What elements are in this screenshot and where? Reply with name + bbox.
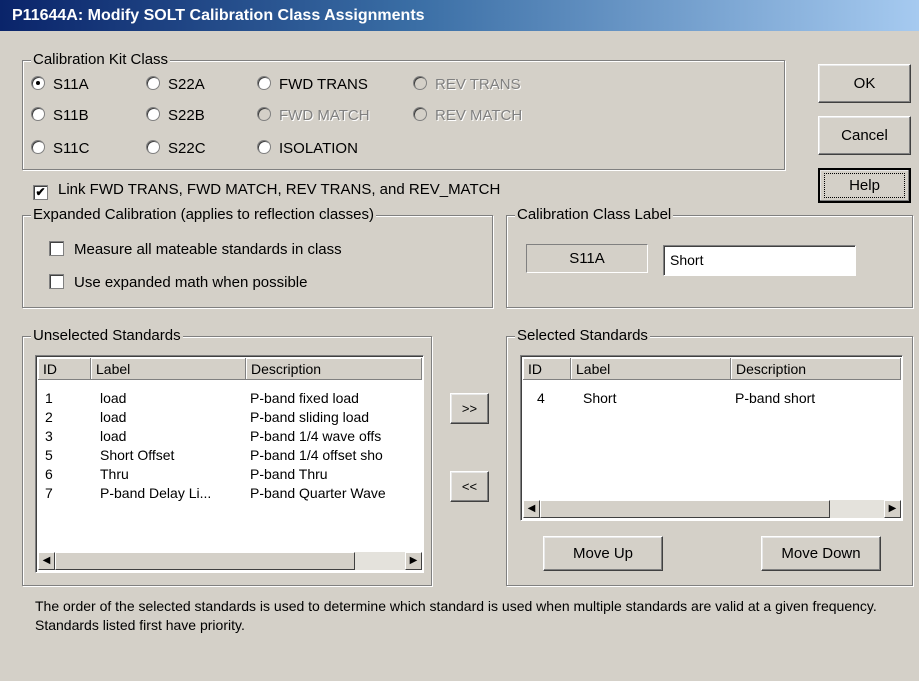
- scroll-thumb[interactable]: [540, 500, 830, 518]
- selected-standards-legend: Selected Standards: [515, 327, 650, 344]
- scroll-right-icon: ▶: [888, 503, 897, 514]
- current-class-display: S11A: [526, 244, 648, 273]
- scroll-right-icon: ▶: [409, 555, 418, 566]
- window-title-bar: P11644A: Modify SOLT Calibration Class A…: [0, 0, 919, 31]
- radio-rev-trans: REV TRANS: [413, 76, 521, 93]
- list-item[interactable]: 2 load P-band sliding load: [36, 409, 422, 428]
- radio-s11a[interactable]: S11A: [31, 76, 89, 93]
- ok-button[interactable]: OK: [818, 64, 911, 103]
- radio-button-icon: [146, 140, 160, 154]
- checkbox-unchecked-icon: [49, 274, 64, 289]
- list-item[interactable]: 4 Short P-band short: [521, 390, 901, 409]
- selected-standards-list[interactable]: ID Label Description 4 Short P-band short …: [520, 355, 903, 521]
- scroll-left-button[interactable]: ◀: [38, 552, 55, 570]
- window-title: P11644A: Modify SOLT Calibration Class A…: [12, 7, 425, 24]
- list-item[interactable]: 3 load P-band 1/4 wave offs: [36, 428, 422, 447]
- selected-horizontal-scrollbar[interactable]: ◀ ▶: [523, 500, 901, 518]
- radio-s22a[interactable]: S22A: [146, 76, 205, 93]
- radio-button-icon: [257, 107, 271, 121]
- column-header-label[interactable]: Label: [91, 358, 246, 380]
- expanded-math-checkbox[interactable]: Use expanded math when possible: [49, 274, 307, 291]
- expanded-calibration-group: Expanded Calibration (applies to reflect…: [22, 206, 493, 308]
- radio-button-icon: [31, 107, 45, 121]
- column-header-description[interactable]: Description: [246, 358, 422, 380]
- radio-button-icon: [257, 76, 271, 90]
- radio-rev-match: REV MATCH: [413, 107, 522, 124]
- radio-button-icon: [257, 140, 271, 154]
- move-down-button[interactable]: Move Down: [761, 536, 881, 571]
- link-checkbox-label: Link FWD TRANS, FWD MATCH, REV TRANS, an…: [58, 181, 501, 198]
- unselected-standards-list[interactable]: ID Label Description 1 load P-band fixed l…: [35, 355, 424, 573]
- scroll-right-button[interactable]: ▶: [405, 552, 422, 570]
- radio-s11c[interactable]: S11C: [31, 140, 89, 157]
- class-label-input[interactable]: Short: [663, 245, 856, 276]
- measure-all-checkbox[interactable]: Measure all mateable standards in class: [49, 241, 342, 258]
- radio-isolation[interactable]: ISOLATION: [257, 140, 358, 157]
- move-up-button[interactable]: Move Up: [543, 536, 663, 571]
- help-button[interactable]: Help: [818, 168, 911, 203]
- checkbox-unchecked-icon: [49, 241, 64, 256]
- radio-s22c[interactable]: S22C: [146, 140, 206, 157]
- scroll-left-button[interactable]: ◀: [523, 500, 540, 518]
- radio-button-icon: [31, 140, 45, 154]
- radio-button-icon: [146, 107, 160, 121]
- scroll-left-icon: ◀: [527, 503, 536, 514]
- scroll-right-button[interactable]: ▶: [884, 500, 901, 518]
- checkbox-checked-icon: ✔: [33, 185, 48, 200]
- add-standard-button[interactable]: >>: [450, 393, 489, 424]
- calibration-class-label-legend: Calibration Class Label: [515, 206, 674, 223]
- radio-button-icon: [31, 76, 45, 90]
- scroll-left-icon: ◀: [42, 555, 51, 566]
- column-header-label[interactable]: Label: [571, 358, 731, 380]
- expanded-calibration-legend: Expanded Calibration (applies to reflect…: [31, 206, 377, 223]
- calibration-kit-class-group: Calibration Kit Class: [22, 51, 785, 170]
- radio-fwd-match: FWD MATCH: [257, 107, 370, 124]
- column-header-description[interactable]: Description: [731, 358, 901, 380]
- calibration-kit-class-legend: Calibration Kit Class: [31, 51, 171, 68]
- list-item[interactable]: 5 Short Offset P-band 1/4 offset sho: [36, 447, 422, 466]
- focus-rectangle: [824, 173, 905, 198]
- list-item[interactable]: 1 load P-band fixed load: [36, 390, 422, 409]
- scroll-thumb[interactable]: [55, 552, 355, 570]
- column-header-id[interactable]: ID: [38, 358, 91, 380]
- list-item[interactable]: 7 P-band Delay Li... P-band Quarter Wave: [36, 485, 422, 504]
- cancel-button[interactable]: Cancel: [818, 116, 911, 155]
- radio-button-icon: [413, 107, 427, 121]
- column-header-id[interactable]: ID: [523, 358, 571, 380]
- remove-standard-button[interactable]: <<: [450, 471, 489, 502]
- radio-s22b[interactable]: S22B: [146, 107, 205, 124]
- list-item[interactable]: 6 Thru P-band Thru: [36, 466, 422, 485]
- radio-button-icon: [413, 76, 427, 90]
- radio-button-icon: [146, 76, 160, 90]
- priority-note: The order of the selected standards is u…: [35, 598, 877, 633]
- radio-s11b[interactable]: S11B: [31, 107, 89, 124]
- unselected-horizontal-scrollbar[interactable]: ◀ ▶: [38, 552, 422, 570]
- link-checkbox[interactable]: ✔ Link FWD TRANS, FWD MATCH, REV TRANS, a…: [33, 181, 500, 200]
- unselected-standards-legend: Unselected Standards: [31, 327, 183, 344]
- radio-fwd-trans[interactable]: FWD TRANS: [257, 76, 368, 93]
